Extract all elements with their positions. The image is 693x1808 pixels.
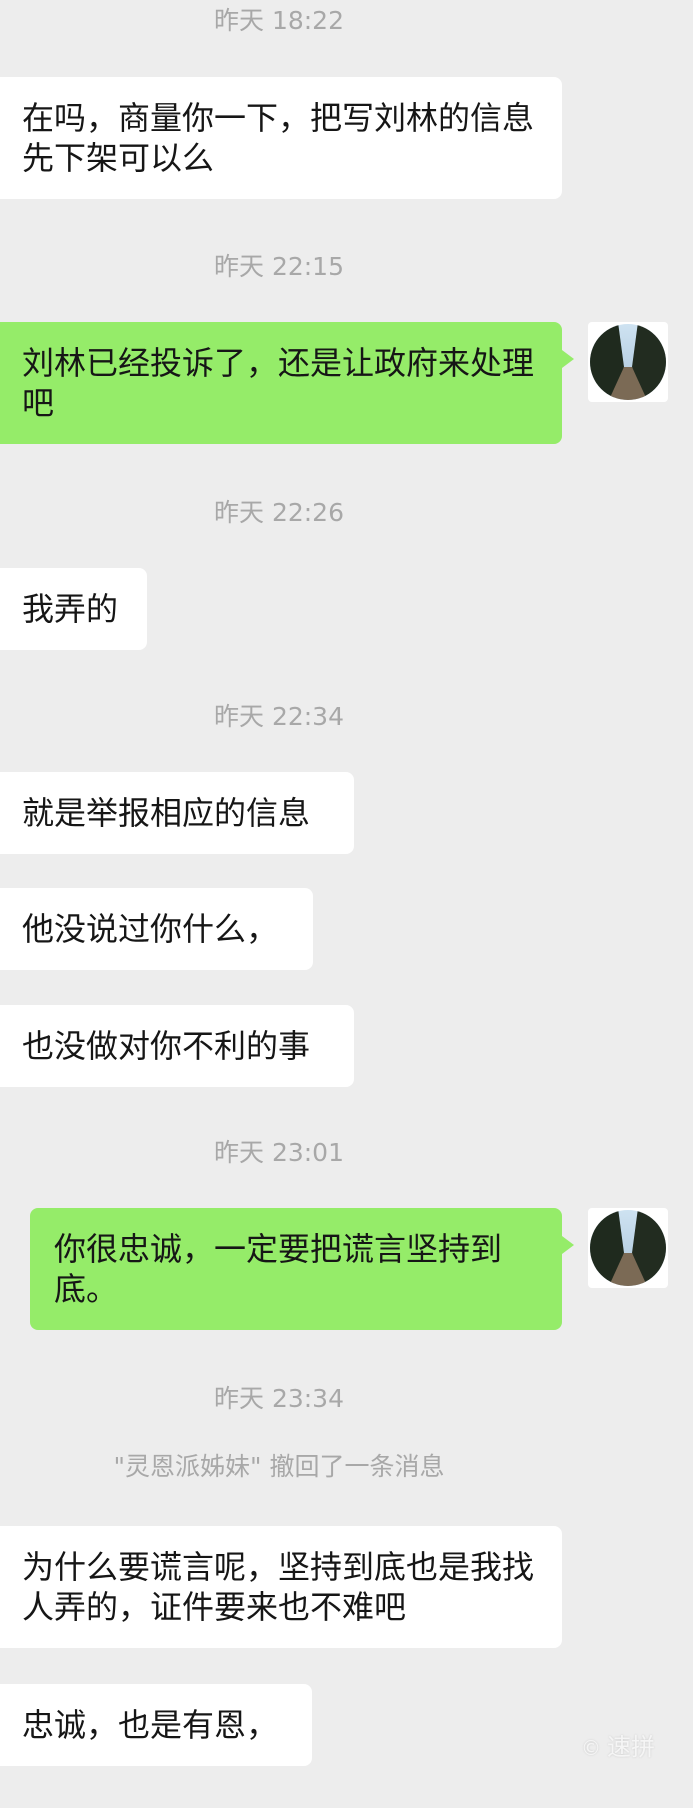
copyright-icon: © [581,1736,601,1760]
outgoing-message-bubble[interactable]: 你很忠诚，一定要把谎言坚持到底。 [30,1208,574,1330]
chat-window: 昨天 18:22 在吗，商量你一下，把写刘林的信息先下架可以么 昨天 22:15… [0,0,693,1808]
avatar-photo-icon [590,324,666,400]
incoming-message-bubble[interactable]: 也没做对你不利的事 [0,1005,354,1087]
timestamp: 昨天 23:34 [214,1384,344,1413]
timestamp: 昨天 18:22 [214,6,344,35]
user-avatar[interactable] [588,1208,668,1288]
timestamp: 昨天 22:34 [214,702,344,731]
watermark-text: 速拼 [607,1733,655,1761]
incoming-message-bubble[interactable]: 就是举报相应的信息 [0,772,354,854]
recall-notice: "灵恩派姊妹" 撤回了一条消息 [113,1452,445,1481]
incoming-message-bubble[interactable]: 他没说过你什么， [0,888,313,970]
user-avatar[interactable] [588,322,668,402]
timestamp: 昨天 22:26 [214,498,344,527]
outgoing-message-bubble[interactable]: 刘林已经投诉了，还是让政府来处理吧 [0,322,574,444]
incoming-message-bubble[interactable]: 为什么要谎言呢，坚持到底也是我找人弄的，证件要来也不难吧 [0,1526,562,1648]
timestamp: 昨天 23:01 [214,1138,344,1167]
watermark: © 速拼 [581,1733,655,1762]
incoming-message-bubble[interactable]: 忠诚，也是有恩， [0,1684,312,1766]
avatar-photo-icon [590,1210,666,1286]
timestamp: 昨天 22:15 [214,252,344,281]
incoming-message-bubble[interactable]: 在吗，商量你一下，把写刘林的信息先下架可以么 [0,77,562,199]
incoming-message-bubble[interactable]: 我弄的 [0,568,147,650]
